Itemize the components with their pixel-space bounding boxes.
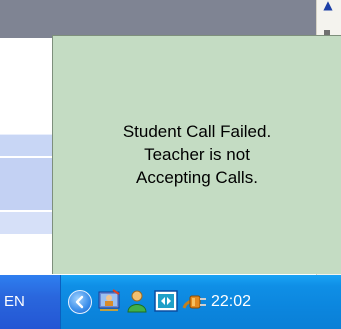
background-left-panel bbox=[0, 38, 60, 275]
notification-message: Student Call Failed. Teacher is not Acce… bbox=[73, 120, 321, 189]
system-tray: 22:02 bbox=[60, 275, 341, 329]
teacher-app-icon[interactable] bbox=[97, 288, 120, 314]
taskbar-button-area[interactable]: EN bbox=[0, 275, 60, 329]
network-monitor-icon[interactable] bbox=[154, 288, 178, 314]
scroll-up-arrow-icon[interactable]: ▲ bbox=[319, 0, 337, 11]
show-hidden-icons-icon[interactable] bbox=[68, 290, 92, 314]
notification-line: Teacher is not bbox=[144, 145, 250, 164]
taskbar: EN 22:02 bbox=[0, 275, 341, 329]
power-plug-icon[interactable] bbox=[182, 288, 206, 314]
background-row bbox=[0, 134, 60, 157]
user-green-icon[interactable] bbox=[126, 288, 148, 314]
background-row bbox=[0, 212, 60, 234]
notification-popup[interactable]: Student Call Failed. Teacher is not Acce… bbox=[52, 35, 341, 274]
background-header bbox=[0, 0, 316, 38]
notification-line: Accepting Calls. bbox=[136, 168, 258, 187]
language-indicator[interactable]: EN bbox=[4, 288, 25, 316]
system-clock[interactable]: 22:02 bbox=[211, 288, 287, 316]
notification-line: Student Call Failed. bbox=[122, 122, 272, 141]
background-row bbox=[0, 158, 60, 210]
